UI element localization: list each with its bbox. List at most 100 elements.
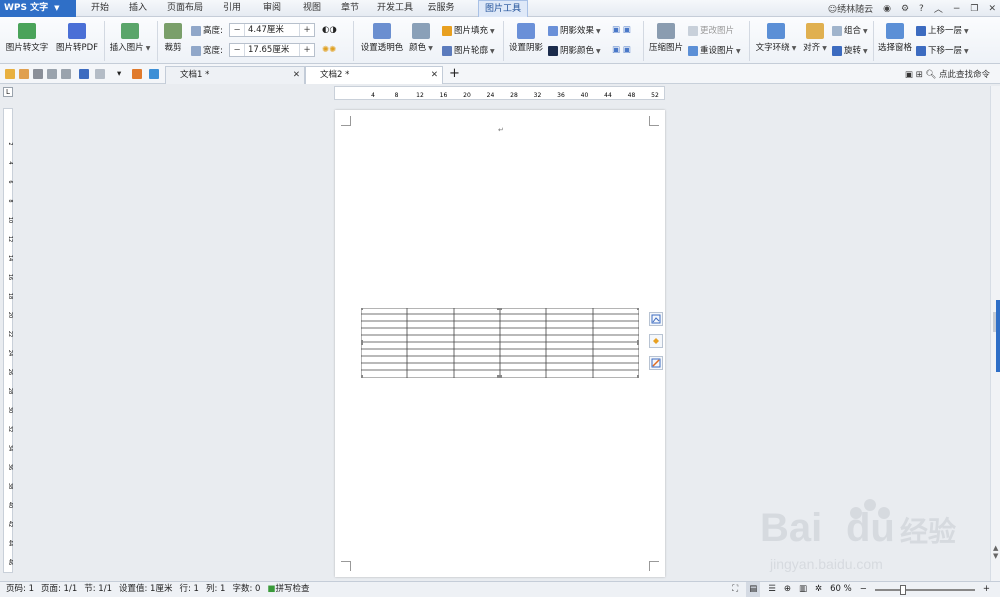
layout-options-button[interactable]: [649, 312, 663, 326]
compress-button[interactable]: 压缩图片: [648, 23, 684, 53]
tab-cloud[interactable]: 云服务: [420, 0, 462, 17]
align-button[interactable]: 对齐 ▼: [800, 23, 830, 53]
close-icon[interactable]: ✕: [988, 4, 996, 14]
fill-options-button[interactable]: [649, 334, 663, 348]
tab-start[interactable]: 开始: [84, 0, 116, 17]
pic-to-text-button[interactable]: 图片转文字: [4, 23, 50, 53]
comment-icon[interactable]: ▣: [905, 70, 913, 80]
outline-options-button[interactable]: [649, 356, 663, 370]
contrast-icon[interactable]: ◐◑: [322, 25, 337, 35]
increase-icon[interactable]: +: [300, 45, 314, 55]
close-icon[interactable]: ✕: [293, 67, 300, 84]
tab-chapter[interactable]: 章节: [334, 0, 366, 17]
settings-icon[interactable]: ⚙: [901, 4, 909, 14]
width-input[interactable]: 17.65厘米: [244, 44, 300, 56]
increase-icon[interactable]: +: [300, 25, 314, 35]
tab-page-layout[interactable]: 页面布局: [162, 0, 208, 17]
horizontal-ruler[interactable]: 4 8 12 16 20 24 28 32 36 40 44 48 52: [334, 86, 665, 100]
help-button[interactable]: ?: [919, 4, 924, 14]
selected-table-picture[interactable]: [361, 308, 639, 378]
send-backward-button[interactable]: 下移一层 ▼: [916, 44, 969, 56]
decrease-icon[interactable]: −: [230, 25, 244, 35]
close-icon[interactable]: ✕: [431, 67, 438, 84]
tab-picture-tools[interactable]: 图片工具: [478, 0, 528, 17]
text-wrap-button[interactable]: 文字环绕 ▼: [754, 23, 798, 53]
nudge-up-icon[interactable]: ▣ ▣: [612, 25, 631, 35]
reset-picture-button[interactable]: 重设图片 ▼: [688, 44, 741, 56]
tab-insert[interactable]: 插入: [122, 0, 154, 17]
print-preview-icon[interactable]: [47, 69, 57, 79]
side-panel-handle[interactable]: [996, 300, 1000, 372]
zoom-slider-thumb[interactable]: [899, 584, 906, 595]
tab-stop-selector[interactable]: L: [3, 87, 13, 97]
eye-protection-icon[interactable]: ✲: [815, 582, 822, 597]
zoom-level[interactable]: 60 %: [830, 582, 852, 597]
tab-reference[interactable]: 引用: [216, 0, 248, 17]
set-transparent-button[interactable]: 设置透明色: [358, 23, 406, 53]
group-button[interactable]: 组合 ▼: [832, 24, 868, 36]
select-pane-button[interactable]: 选择窗格: [877, 23, 913, 53]
status-setting[interactable]: 设置值: 1厘米: [119, 582, 172, 597]
vertical-ruler[interactable]: 2 4 6 8 10 12 14 16 18 20 22 24 26 28 30 32 34 36 38 40 42 44…: [3, 108, 13, 573]
share-icon[interactable]: ⊞: [916, 70, 923, 80]
pic-to-pdf-button[interactable]: 图片转PDF: [54, 23, 100, 53]
outline-view-icon[interactable]: ☰: [768, 582, 776, 597]
insert-picture-button[interactable]: 插入图片 ▼: [108, 23, 152, 53]
preview-icon[interactable]: [61, 69, 71, 79]
app-menu-button[interactable]: WPS 文字 ▼: [0, 0, 76, 17]
tab-view[interactable]: 视图: [296, 0, 328, 17]
wps-logo-icon[interactable]: [132, 69, 142, 79]
doc-tab-1[interactable]: 文档1 * ✕: [165, 66, 305, 84]
spell-check[interactable]: ■拼写检查: [267, 582, 309, 597]
status-row[interactable]: 行: 1: [179, 582, 198, 597]
cloud-icon[interactable]: [149, 69, 159, 79]
web-view-icon[interactable]: ⊕: [784, 582, 791, 597]
set-shadow-button[interactable]: 设置阴影: [508, 23, 544, 53]
tab-developer[interactable]: 开发工具: [372, 0, 418, 17]
color-button[interactable]: 颜色 ▼: [408, 23, 434, 53]
customize-quick-access-icon[interactable]: ▾: [117, 69, 121, 79]
shadow-effect-button[interactable]: 阴影效果 ▼: [548, 24, 601, 36]
redo-icon[interactable]: [95, 69, 105, 79]
picture-fill-button[interactable]: 图片填充 ▼: [442, 24, 495, 36]
tab-review[interactable]: 审阅: [256, 0, 288, 17]
zoom-in-button[interactable]: +: [983, 582, 990, 597]
width-stepper[interactable]: − 17.65厘米 +: [229, 43, 315, 57]
height-input[interactable]: 4.47厘米: [244, 24, 300, 36]
document-page[interactable]: ↵: [335, 110, 665, 577]
picture-outline-button[interactable]: 图片轮廓 ▼: [442, 44, 495, 56]
skin-icon[interactable]: ◉: [883, 4, 891, 14]
read-view-icon[interactable]: ▥: [799, 582, 807, 597]
new-tab-button[interactable]: +: [449, 66, 460, 81]
page-nav-icon[interactable]: ▲ ▼: [993, 544, 999, 568]
zoom-slider[interactable]: [874, 584, 975, 595]
save-icon[interactable]: [19, 69, 29, 79]
focus-mode-icon[interactable]: ⛶: [732, 582, 738, 597]
nudge-down-icon[interactable]: ▣ ▣: [612, 45, 631, 55]
status-word-count[interactable]: 字数: 0: [232, 582, 260, 597]
status-pages[interactable]: 页面: 1/1: [41, 582, 77, 597]
minimize-icon[interactable]: −: [953, 4, 961, 14]
status-column[interactable]: 列: 1: [206, 582, 225, 597]
doc-tab-2[interactable]: 文档2 * ✕: [305, 66, 443, 84]
page-view-icon[interactable]: ▤: [746, 582, 761, 597]
rotate-button[interactable]: 旋转 ▼: [832, 44, 868, 56]
open-icon[interactable]: [5, 69, 15, 79]
collapse-ribbon-icon[interactable]: ︿: [934, 2, 943, 15]
status-section[interactable]: 节: 1/1: [84, 582, 112, 597]
zoom-out-button[interactable]: −: [860, 582, 867, 597]
shadow-color-button[interactable]: 阴影颜色 ▼: [548, 44, 601, 56]
command-search[interactable]: ▣ ⊞ 🔍︎ 点此查找命令: [905, 68, 990, 80]
change-picture-button[interactable]: 更改图片: [688, 24, 734, 36]
restore-icon[interactable]: ❐: [970, 4, 978, 14]
undo-icon[interactable]: [79, 69, 89, 79]
decrease-icon[interactable]: −: [230, 45, 244, 55]
crop-button[interactable]: 裁剪: [161, 23, 185, 53]
bring-forward-button[interactable]: 上移一层 ▼: [916, 24, 969, 36]
user-account[interactable]: ☺绣林随云: [828, 2, 873, 15]
print-icon[interactable]: [33, 69, 43, 79]
status-page[interactable]: 页码: 1: [6, 582, 34, 597]
brightness-icon[interactable]: ✺✺: [322, 45, 336, 55]
height-stepper[interactable]: − 4.47厘米 +: [229, 23, 315, 37]
command-search-input[interactable]: 点此查找命令: [939, 70, 990, 80]
